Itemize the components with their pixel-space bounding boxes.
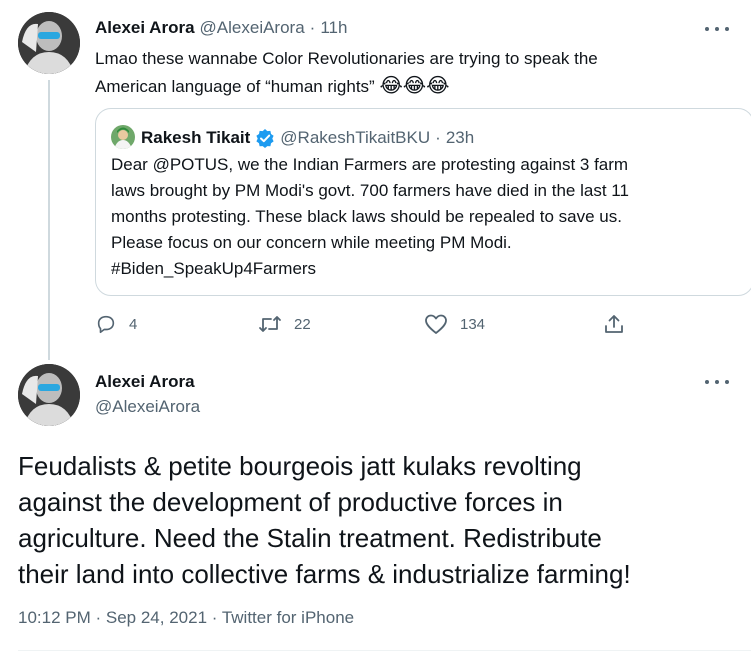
quoted-text-line: Please focus on our concern while meetin… [111, 233, 512, 252]
reply-count: 4 [129, 315, 138, 333]
quoted-tweet-text: Dear @POTUS, we the Indian Farmers are p… [111, 152, 741, 282]
like-count: 134 [460, 315, 486, 333]
quoted-avatar[interactable] [111, 125, 135, 149]
quoted-author-name[interactable]: Rakesh Tikait [141, 128, 250, 148]
share-icon [603, 313, 625, 335]
author-handle[interactable]: @AlexeiArora [200, 18, 305, 38]
heart-icon [424, 313, 448, 335]
separator: · [435, 128, 441, 147]
tweet-text-line: Lmao these wannabe Color Revolutionaries… [95, 49, 598, 68]
verified-badge-icon [255, 128, 275, 148]
reply-button[interactable]: 4 [95, 313, 137, 335]
main-tweet-text: Feudalists & petite bourgeois jatt kulak… [18, 448, 738, 592]
share-button[interactable] [603, 313, 625, 335]
tweet-text: Lmao these wannabe Color Revolutionaries… [95, 46, 735, 100]
main-text-line: their land into collective farms & indus… [18, 559, 631, 589]
tweet-time[interactable]: 11h [320, 18, 347, 38]
author-name[interactable]: Alexei Arora [95, 372, 195, 392]
divider [18, 650, 751, 651]
main-text-line: against the development of productive fo… [18, 487, 563, 517]
quoted-tweet-time[interactable]: 23h [446, 128, 474, 148]
retweet-icon [258, 313, 282, 335]
main-text-line: Feudalists & petite bourgeois jatt kulak… [18, 451, 582, 481]
hashtag-link[interactable]: #Biden_SpeakUp4Farmers [111, 256, 741, 282]
more-options-button[interactable] [705, 21, 729, 37]
more-icon [705, 27, 709, 31]
quoted-text-line: laws brought by PM Modi's govt. 700 farm… [111, 181, 629, 200]
more-options-button[interactable] [705, 374, 729, 390]
avatar[interactable] [18, 364, 80, 426]
tweet-text-line: American language of “human rights” [95, 77, 375, 96]
tweet-timestamp[interactable]: 10:12 PM · Sep 24, 2021 · Twitter for iP… [18, 608, 354, 628]
thread-line [48, 80, 50, 360]
author-handle[interactable]: @AlexeiArora [95, 397, 200, 417]
retweet-button[interactable]: 22 [258, 313, 311, 335]
quoted-author-handle[interactable]: @RakeshTikaitBKU [280, 128, 430, 148]
quoted-text-line: months protesting. These black laws shou… [111, 207, 622, 226]
like-button[interactable]: 134 [424, 313, 485, 335]
emoji-laughing-icon: 😂😂😂 [379, 73, 450, 97]
more-icon [705, 380, 709, 384]
reply-icon [95, 313, 117, 335]
author-name[interactable]: Alexei Arora [95, 18, 195, 38]
separator: · [309, 18, 316, 37]
avatar[interactable] [18, 12, 80, 74]
main-text-line: agriculture. Need the Stalin treatment. … [18, 523, 602, 553]
quoted-text-line: Dear @POTUS, we the Indian Farmers are p… [111, 155, 629, 174]
retweet-count: 22 [294, 315, 311, 333]
